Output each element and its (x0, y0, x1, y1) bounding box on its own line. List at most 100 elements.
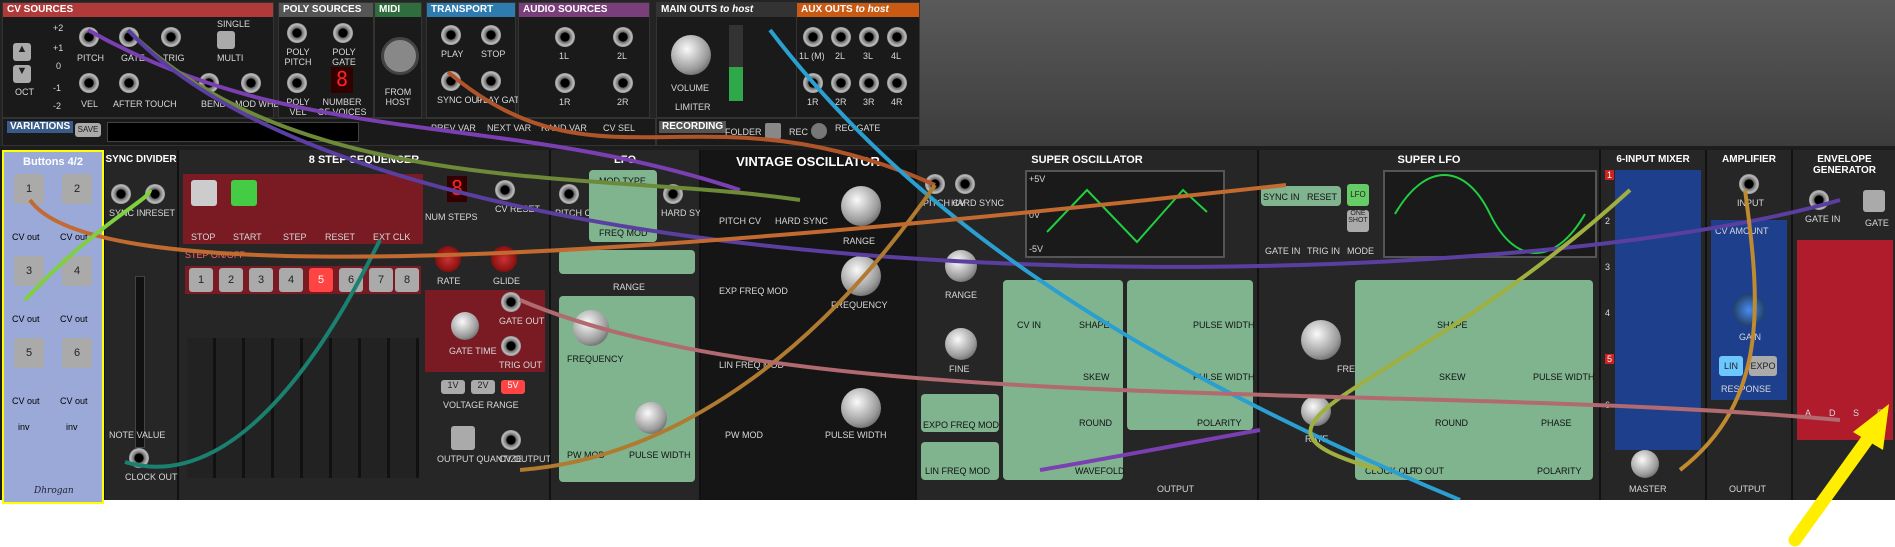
aux-3l-jack[interactable] (859, 27, 879, 47)
output-quantize-button[interactable] (451, 426, 475, 450)
amp-gain-knob[interactable] (1733, 294, 1765, 326)
aux-1r-jack[interactable] (803, 73, 823, 93)
step-1-button[interactable]: 1 (189, 268, 213, 292)
button-5[interactable]: 5 (14, 338, 44, 368)
aux-2r-jack[interactable] (831, 73, 851, 93)
slfo-lfo-out-label: LFO OUT (1405, 466, 1445, 476)
aux-4r-jack[interactable] (887, 73, 907, 93)
oct-up-button[interactable]: ▲ (13, 43, 31, 61)
single-multi-switch[interactable] (217, 31, 235, 49)
env-gate-in-jack[interactable] (1809, 190, 1829, 210)
sync-in-jack[interactable] (111, 184, 131, 204)
variation-name-field[interactable] (107, 122, 359, 142)
super-osc-title: SUPER OSCILLATOR (1031, 154, 1143, 166)
slfo-rate-knob-2[interactable] (1301, 396, 1331, 426)
step-4-button[interactable]: 4 (279, 268, 303, 292)
lfo-pulse-width-knob[interactable] (635, 402, 667, 434)
play-gate-jack[interactable] (481, 71, 501, 91)
stop-jack[interactable] (481, 25, 501, 45)
aux-2l-jack[interactable] (831, 27, 851, 47)
vo-range-knob[interactable] (841, 186, 881, 226)
so-scope: +5V 0V -5V (1025, 170, 1225, 258)
play-jack[interactable] (441, 25, 461, 45)
button-6[interactable]: 6 (62, 338, 92, 368)
env-gate-button[interactable] (1863, 190, 1885, 212)
aux-1l-jack[interactable] (803, 27, 823, 47)
folder-icon[interactable] (765, 123, 781, 139)
button-1[interactable]: 1 (14, 174, 44, 204)
vo-frequency-knob[interactable] (841, 256, 881, 296)
amp-input-jack[interactable] (1739, 174, 1759, 194)
step-3-button[interactable]: 3 (249, 268, 273, 292)
gate-out-jack[interactable] (501, 292, 521, 312)
so-pw2-label: PULSE WIDTH (1193, 372, 1255, 382)
modwheel-jack[interactable] (241, 73, 261, 93)
poly-gate-jack[interactable] (333, 23, 353, 43)
audio-2r-jack[interactable] (613, 73, 633, 93)
button-4[interactable]: 4 (62, 256, 92, 286)
amp-expo-button[interactable]: EXPO (1749, 356, 1777, 376)
cv-output-jack[interactable] (501, 430, 521, 450)
slfo-oneshot-button[interactable]: ONE SHOT (1347, 210, 1369, 232)
so-pitch-cv-jack[interactable] (925, 174, 945, 194)
clock-out-jack[interactable] (129, 448, 149, 468)
aux-3l-label: 3L (863, 51, 874, 61)
vel-jack[interactable] (79, 73, 99, 93)
vo-pulse-width-knob[interactable] (841, 388, 881, 428)
save-button[interactable]: SAVE (75, 123, 101, 137)
poly-vel-jack[interactable] (287, 73, 307, 93)
step-5-button[interactable]: 5 (309, 268, 333, 292)
range-2v[interactable]: 2V (471, 380, 495, 394)
step-sliders[interactable] (187, 338, 419, 478)
so-range-knob[interactable] (945, 250, 977, 282)
button-2[interactable]: 2 (62, 174, 92, 204)
amp-gain-label: GAIN (1739, 332, 1762, 342)
oct-down-button[interactable]: ▼ (13, 65, 31, 83)
range-1v[interactable]: 1V (441, 380, 465, 394)
button-3[interactable]: 3 (14, 256, 44, 286)
audio-1l-jack[interactable] (555, 27, 575, 47)
audio-1r-jack[interactable] (555, 73, 575, 93)
transport-title: TRANSPORT (427, 3, 515, 17)
slfo-lfo-button[interactable]: LFO (1347, 184, 1369, 206)
aux-3r-jack[interactable] (859, 73, 879, 93)
rec-button[interactable] (811, 123, 827, 139)
audio-2l-jack[interactable] (613, 27, 633, 47)
step-6-button[interactable]: 6 (339, 268, 363, 292)
start-button[interactable] (231, 180, 257, 206)
sync-out-jack[interactable] (441, 71, 461, 91)
poly-pitch-jack[interactable] (287, 23, 307, 43)
trig-jack[interactable] (161, 27, 181, 47)
aux-4l-jack[interactable] (887, 27, 907, 47)
note-value-slider[interactable] (135, 276, 145, 448)
step-8-button[interactable]: 8 (395, 268, 419, 292)
mixer-master-knob[interactable] (1631, 450, 1659, 478)
trig-out-jack[interactable] (501, 336, 521, 356)
bend-jack[interactable] (199, 73, 219, 93)
pitch-jack[interactable] (79, 27, 99, 47)
lfo-hard-sync-jack[interactable] (663, 184, 683, 204)
stop-button[interactable] (191, 180, 217, 206)
slfo-rate-knob[interactable] (1301, 320, 1341, 360)
gate-jack[interactable] (119, 27, 139, 47)
so-hard-sync-jack[interactable] (955, 174, 975, 194)
variations-bar: VARIATIONS SAVE PREV VAR NEXT VAR RAND V… (2, 118, 656, 146)
glide-knob[interactable] (491, 246, 517, 272)
aftertouch-jack[interactable] (119, 73, 139, 93)
amp-response-label: RESPONSE (1721, 384, 1772, 394)
range-5v[interactable]: 5V (501, 380, 525, 394)
step-7-button[interactable]: 7 (369, 268, 393, 292)
rate-knob[interactable] (435, 246, 461, 272)
aux-outs-title: AUX OUTS (801, 4, 853, 15)
aux-outs-section: AUX OUTS to host 1L (M) 2L 3L 4L 1R 2R 3… (796, 2, 920, 118)
amp-lin-button[interactable]: LIN (1719, 356, 1743, 376)
volume-knob[interactable] (671, 35, 711, 75)
lfo-frequency-knob[interactable] (573, 310, 609, 346)
lfo-pitch-cv-jack[interactable] (559, 184, 579, 204)
gate-time-knob[interactable] (451, 312, 479, 340)
so-fine-knob[interactable] (945, 328, 977, 360)
sync-reset-jack[interactable] (145, 184, 165, 204)
prev-var-label: PREV VAR (431, 123, 476, 133)
step-2-button[interactable]: 2 (219, 268, 243, 292)
cv-reset-jack[interactable] (495, 180, 515, 200)
